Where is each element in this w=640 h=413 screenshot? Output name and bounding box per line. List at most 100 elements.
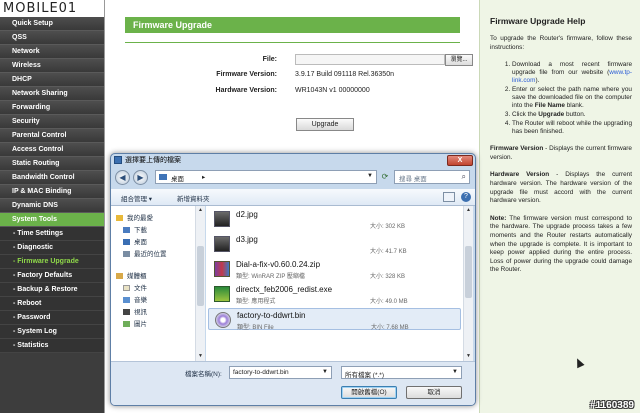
file-open-dialog: 選擇要上傳的檔案 X ◀ ▶ 桌面 ▸ ▼ ⟳ 搜尋 桌面 ⌕ 組合管理 ▾ 新…	[110, 153, 476, 406]
file-item[interactable]: directx_feb2006_redist.exe 類型: 應用程式 大小: …	[208, 283, 461, 305]
nav-pane-scroll-thumb[interactable]	[197, 246, 204, 306]
nav-pane-scrollbar[interactable]: ▲ ▼	[195, 206, 205, 361]
submenu-item-factory-defaults[interactable]: - Factory Defaults	[0, 269, 104, 283]
chevron-down-icon[interactable]: ▼	[367, 173, 373, 179]
nav-item-favorites[interactable]: 我的最愛	[116, 212, 153, 222]
filename-input[interactable]: factory-to-ddwrt.bin ▼	[229, 366, 332, 379]
menu-item-quick-setup[interactable]: Quick Setup	[0, 17, 104, 31]
submenu-item-diagnostic[interactable]: - Diagnostic	[0, 241, 104, 255]
image-file-icon	[214, 236, 230, 252]
help-steps: Download a most recent firmware upgrade …	[490, 61, 632, 136]
file-item-selected[interactable]: factory-to-ddwrt.bin 類型: BIN File 大小: 7.…	[208, 308, 461, 331]
chevron-down-icon[interactable]: ▼	[452, 369, 458, 375]
scroll-up-icon[interactable]: ▲	[197, 207, 204, 213]
help-step-4: The Router will reboot while the upgradi…	[512, 120, 632, 136]
new-folder-button[interactable]: 新增資料夾	[177, 193, 210, 203]
bin-file-icon	[215, 312, 231, 328]
menu-item-bandwidth-control[interactable]: Bandwidth Control	[0, 171, 104, 185]
help-title: Firmware Upgrade Help	[490, 16, 586, 26]
search-icon: ⌕	[461, 172, 466, 181]
refresh-icon[interactable]: ⟳	[379, 171, 391, 183]
nav-item-pictures[interactable]: 圖片	[123, 318, 147, 328]
submenu-item-firmware-upgrade[interactable]: - Firmware Upgrade	[0, 255, 104, 269]
submenu-item-backup-restore[interactable]: - Backup & Restore	[0, 283, 104, 297]
dialog-nav-row: ◀ ▶ 桌面 ▸ ▼ ⟳ 搜尋 桌面 ⌕	[113, 169, 473, 187]
file-name: d2.jpg	[236, 210, 258, 219]
submenu-item-statistics[interactable]: - Statistics	[0, 339, 104, 353]
address-separator[interactable]: ▸	[202, 173, 205, 181]
address-bar[interactable]: 桌面 ▸ ▼	[155, 170, 377, 184]
zip-file-icon	[214, 261, 230, 277]
nav-item-videos[interactable]: 視訊	[123, 306, 147, 316]
submenu-item-password[interactable]: - Password	[0, 311, 104, 325]
file-item[interactable]: Dial-a-fix-v0.60.0.24.zip 類型: WinRAR ZIP…	[208, 258, 461, 280]
submenu-item-reboot[interactable]: - Reboot	[0, 297, 104, 311]
menu-item-ip-mac-binding[interactable]: IP & MAC Binding	[0, 185, 104, 199]
menu-item-static-routing[interactable]: Static Routing	[0, 157, 104, 171]
organize-button[interactable]: 組合管理 ▾	[121, 193, 152, 203]
file-item[interactable]: d2.jpg 大小: 302 KB	[208, 208, 461, 230]
help-note: Note: The firmware version must correspo…	[490, 214, 632, 274]
browse-button[interactable]: 瀏覽...	[445, 54, 473, 66]
nav-item-recent[interactable]: 最近的位置	[123, 248, 167, 258]
firmware-version-value: 3.9.17 Build 091118 Rel.36350n	[295, 71, 394, 78]
back-arrow-icon[interactable]: ◀	[115, 170, 130, 185]
submenu-item-time-settings[interactable]: - Time Settings	[0, 227, 104, 241]
help-icon[interactable]: ?	[461, 192, 471, 202]
navigation-pane: 我的最愛 下載 桌面 最近的位置 媒體櫃 文件 音樂 視訊 圖片 ▲ ▼	[111, 206, 205, 361]
menu-item-network-sharing[interactable]: Network Sharing	[0, 87, 104, 101]
scroll-down-icon[interactable]: ▼	[465, 353, 472, 359]
help-hardware-version: Hardware Version - Displays the current …	[490, 171, 632, 205]
file-type: 類型: WinRAR ZIP 壓縮檔	[236, 274, 305, 280]
views-icon[interactable]	[443, 192, 455, 202]
exe-file-icon	[214, 286, 230, 302]
close-button[interactable]: X	[447, 155, 473, 166]
open-button[interactable]: 開啟舊檔(O)	[341, 386, 397, 399]
file-path-input[interactable]	[295, 54, 445, 65]
nav-item-libraries[interactable]: 媒體櫃	[116, 270, 147, 280]
upgrade-button[interactable]: Upgrade	[296, 118, 354, 131]
star-icon	[116, 215, 123, 221]
forward-arrow-icon[interactable]: ▶	[133, 170, 148, 185]
submenu-item-system-log[interactable]: - System Log	[0, 325, 104, 339]
filename-label: 檔案名稱(N):	[185, 371, 222, 378]
title-divider	[125, 42, 460, 43]
watermark: #1160389	[590, 400, 634, 411]
menu-item-dynamic-dns[interactable]: Dynamic DNS	[0, 199, 104, 213]
hardware-version-value: WR1043N v1 00000000	[295, 87, 370, 94]
menu-item-dhcp[interactable]: DHCP	[0, 73, 104, 87]
search-placeholder: 搜尋 桌面	[399, 176, 427, 183]
file-item[interactable]: d3.jpg 大小: 41.7 KB	[208, 233, 461, 255]
scroll-down-icon[interactable]: ▼	[197, 353, 204, 359]
pictures-icon	[123, 321, 130, 327]
file-size: 大小: 41.7 KB	[370, 249, 407, 255]
nav-item-documents[interactable]: 文件	[123, 282, 147, 292]
file-list: d2.jpg 大小: 302 KB d3.jpg 大小: 41.7 KB Dia…	[206, 206, 463, 361]
nav-item-downloads[interactable]: 下載	[123, 224, 147, 234]
scroll-up-icon[interactable]: ▲	[465, 207, 472, 213]
file-list-scroll-thumb[interactable]	[465, 246, 472, 298]
menu-item-system-tools[interactable]: System Tools	[0, 213, 104, 227]
menu-item-forwarding[interactable]: Forwarding	[0, 101, 104, 115]
nav-item-desktop[interactable]: 桌面	[123, 236, 147, 246]
documents-icon	[123, 285, 130, 291]
file-size: 大小: 49.0 MB	[370, 299, 408, 305]
chevron-down-icon[interactable]: ▼	[322, 369, 328, 375]
desktop-folder-icon	[159, 174, 167, 180]
search-input[interactable]: 搜尋 桌面 ⌕	[394, 170, 470, 184]
nav-item-music[interactable]: 音樂	[123, 294, 147, 304]
menu-item-access-control[interactable]: Access Control	[0, 143, 104, 157]
menu-item-network[interactable]: Network	[0, 45, 104, 59]
cancel-button[interactable]: 取消	[406, 386, 462, 399]
firmware-version-label: Firmware Version:	[216, 71, 277, 78]
menu-item-qss[interactable]: QSS	[0, 31, 104, 45]
menu-item-parental-control[interactable]: Parental Control	[0, 129, 104, 143]
file-list-scrollbar[interactable]: ▲ ▼	[463, 206, 473, 361]
library-icon	[116, 273, 123, 279]
filetype-select[interactable]: 所有檔案 (*.*) ▼	[341, 366, 462, 379]
menu-item-security[interactable]: Security	[0, 115, 104, 129]
hardware-version-label: Hardware Version:	[215, 87, 277, 94]
menu-item-wireless[interactable]: Wireless	[0, 59, 104, 73]
video-icon	[123, 309, 130, 315]
file-label: File:	[262, 56, 277, 63]
